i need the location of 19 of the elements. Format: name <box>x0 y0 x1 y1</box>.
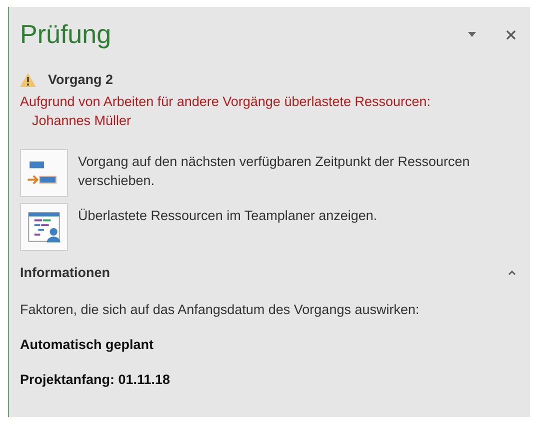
close-button[interactable] <box>506 30 516 40</box>
team-planner-icon <box>20 203 68 251</box>
collapse-button[interactable] <box>508 270 516 275</box>
warning-icon <box>20 72 36 86</box>
pane-title: Prüfung <box>20 19 112 50</box>
section-title: Informationen <box>20 265 111 280</box>
factor-text: Projektanfang: 01.11.18 <box>20 372 172 387</box>
issue-message: Aufgrund von Arbeiten für andere Vorgänge überlastete Ressourcen: <box>20 93 432 111</box>
move-task-icon <box>20 149 68 197</box>
resource-name: Johannes Müller <box>32 113 132 128</box>
action-button[interactable]: Vorgang auf den nächsten verfügbaren Zeitpunkt der Ressourcen verschieben. <box>20 149 516 197</box>
issue-title: Vorgang 2 <box>48 72 114 87</box>
info-text: Faktoren, die sich auf das Anfangsdatum des Vorgangs auswirken: <box>20 302 420 317</box>
close-icon <box>506 30 516 40</box>
action-button[interactable]: Überlastete Ressourcen im Teamplaner anzeigen. <box>20 203 516 251</box>
caret-icon <box>468 32 476 37</box>
factor-text: Automatisch geplant <box>20 337 155 352</box>
chevron-icon <box>508 270 516 275</box>
dropdown-button[interactable] <box>468 32 476 37</box>
